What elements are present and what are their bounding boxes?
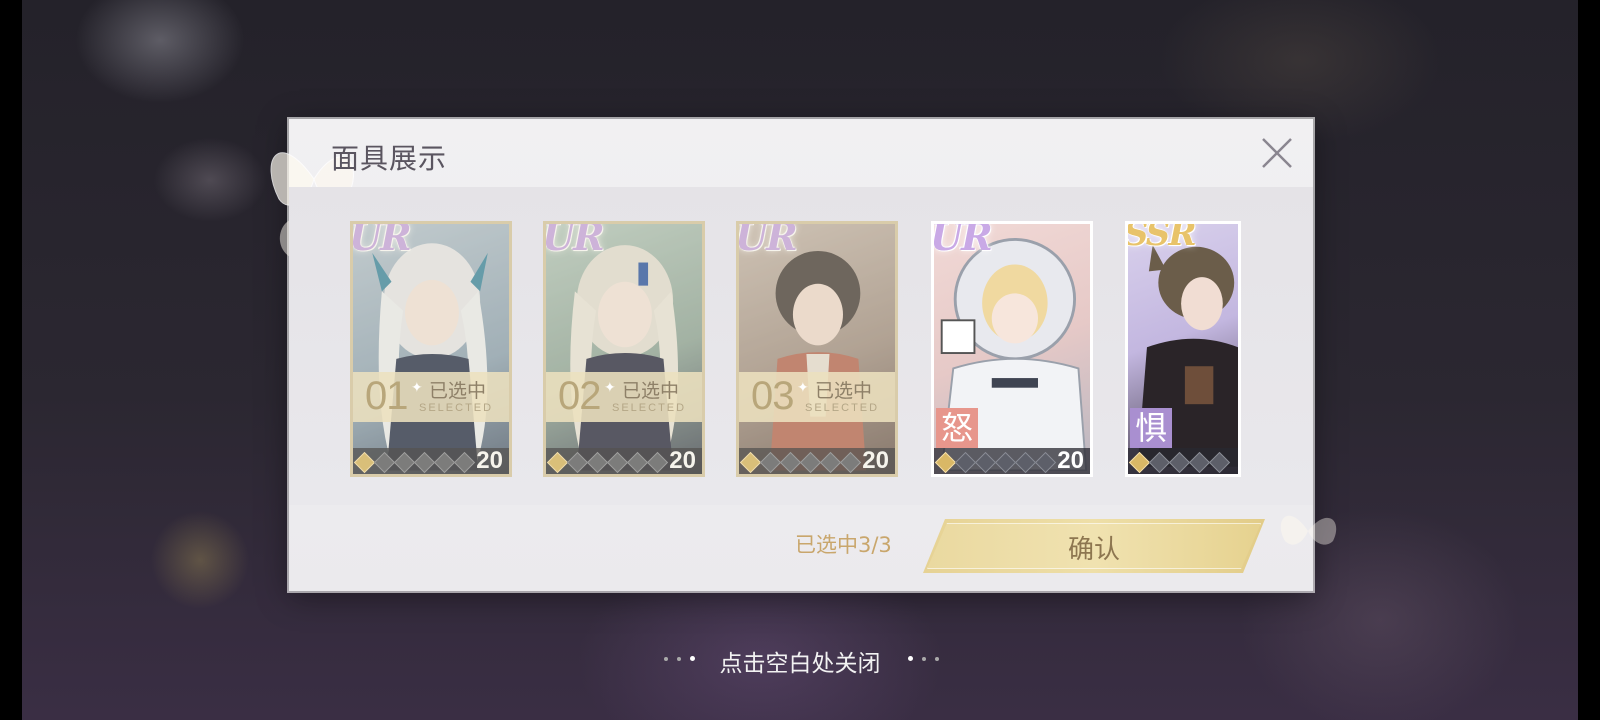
star-icon (1208, 451, 1231, 474)
selected-sub-label: SELECTED (805, 402, 880, 414)
selected-dim (546, 224, 702, 474)
letterbox-left (0, 0, 22, 720)
close-icon (1262, 138, 1292, 168)
selected-label: 已选中 (429, 380, 487, 402)
star-icon (934, 451, 957, 474)
star-icon (1188, 451, 1211, 474)
card-info-bar: 20 (934, 448, 1090, 474)
mask-card-1[interactable]: UR 20 01 ✦ 已选中 SELECTED (350, 221, 512, 477)
rarity-badge: SSR (1125, 221, 1197, 254)
selected-sub-label: SELECTED (419, 402, 494, 414)
hint-dots-right (908, 656, 939, 661)
mask-card-4[interactable]: UR 怒 20 (931, 221, 1093, 477)
mask-showcase-dialog: 面具展示 UR 20 01 ✦ 已选中 SELECTED UR 20 02 ✦ … (270, 119, 1337, 591)
star-icon (1034, 451, 1057, 474)
tap-to-close-hint: 点击空白处关闭 (719, 651, 881, 677)
selection-count: 已选中3/3 (795, 533, 892, 557)
rarity-badge: UR (931, 221, 993, 259)
selected-overlay: 01 ✦ 已选中 SELECTED (353, 372, 509, 422)
close-button[interactable] (1259, 135, 1295, 171)
mask-card-2[interactable]: UR 20 02 ✦ 已选中 SELECTED (543, 221, 705, 477)
letterbox-right (1578, 0, 1600, 720)
sparkle-icon: ✦ (604, 380, 616, 396)
selected-dim (353, 224, 509, 474)
mask-card-list: UR 20 01 ✦ 已选中 SELECTED UR 20 02 ✦ 已选中 S… (289, 187, 1313, 505)
confirm-label: 确认 (1067, 535, 1120, 565)
star-icon (1168, 451, 1191, 474)
selected-sub-label: SELECTED (612, 402, 687, 414)
star-icon (1014, 451, 1037, 474)
selection-order: 02 (558, 374, 601, 418)
mask-card-5[interactable]: SSR 惧 (1125, 221, 1241, 477)
butterfly-decoration-icon (1280, 515, 1337, 545)
sparkle-icon: ✦ (411, 380, 423, 396)
star-rating (934, 451, 1057, 474)
star-icon (954, 451, 977, 474)
selection-order: 03 (751, 374, 794, 418)
selected-label: 已选中 (622, 380, 680, 402)
card-info-bar (1128, 448, 1238, 474)
selected-overlay: 03 ✦ 已选中 SELECTED (739, 372, 895, 422)
selection-order: 01 (365, 374, 408, 418)
star-rating (1128, 451, 1231, 474)
emotion-tag: 惧 (1130, 408, 1172, 448)
star-icon (974, 451, 997, 474)
selected-label: 已选中 (815, 380, 873, 402)
mask-card-3[interactable]: UR 20 03 ✦ 已选中 SELECTED (736, 221, 898, 477)
emotion-tag: 怒 (936, 408, 978, 448)
card-level: 20 (1057, 447, 1084, 474)
confirm-button[interactable]: 确认 (923, 519, 1265, 573)
star-icon (994, 451, 1017, 474)
selected-overlay: 02 ✦ 已选中 SELECTED (546, 372, 702, 422)
dialog-title: 面具展示 (331, 142, 448, 175)
star-icon (1148, 451, 1171, 474)
sparkle-icon: ✦ (797, 380, 809, 396)
selected-dim (739, 224, 895, 474)
star-icon (1128, 451, 1151, 474)
